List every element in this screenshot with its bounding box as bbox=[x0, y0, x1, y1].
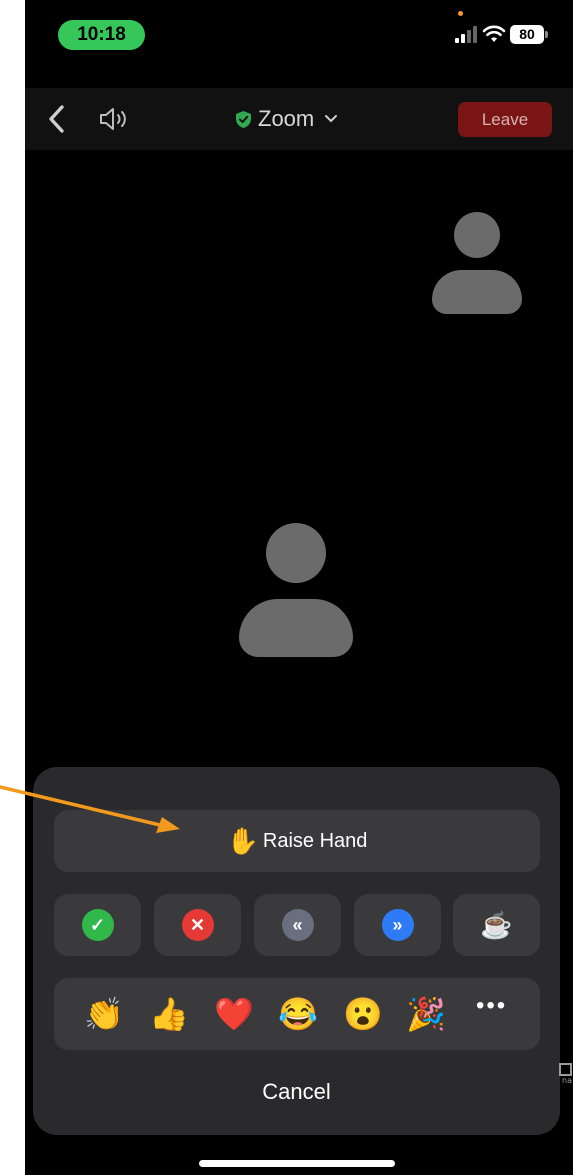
speed-up-button[interactable]: » bbox=[354, 894, 441, 956]
annotation-arrow bbox=[0, 785, 180, 833]
coffee-icon: ☕ bbox=[480, 909, 513, 940]
speaker-icon[interactable] bbox=[97, 105, 133, 133]
cancel-button[interactable]: Cancel bbox=[33, 1072, 560, 1112]
coffee-break-button[interactable]: ☕ bbox=[453, 894, 540, 956]
x-icon: ✕ bbox=[181, 909, 214, 941]
wifi-icon bbox=[482, 25, 506, 42]
participant-avatar-main bbox=[239, 523, 353, 657]
meeting-screen: 10:18 80 Zoom Leave ✋ Raise Hand ✓ ✕ « »… bbox=[25, 0, 573, 1175]
svg-text:na: na bbox=[562, 1076, 572, 1084]
raise-hand-label: Raise Hand bbox=[262, 829, 368, 852]
no-button[interactable]: ✕ bbox=[154, 894, 241, 956]
tears-of-joy-icon[interactable]: 😂 bbox=[278, 996, 318, 1032]
quick-actions-row: ✓ ✕ « » ☕ bbox=[54, 894, 540, 956]
meeting-title: Zoom bbox=[258, 106, 315, 131]
more-reactions-button[interactable]: ••• bbox=[476, 992, 507, 1020]
party-popper-icon[interactable]: 🎉 bbox=[406, 996, 446, 1032]
meeting-header: Zoom Leave bbox=[25, 88, 573, 150]
meeting-title-menu[interactable]: Zoom bbox=[235, 104, 338, 134]
status-time: 10:18 bbox=[58, 20, 145, 50]
avatar-head bbox=[266, 523, 326, 583]
chevron-down-icon bbox=[325, 115, 338, 123]
back-icon[interactable] bbox=[45, 104, 69, 134]
fast-forward-icon: » bbox=[381, 909, 414, 941]
open-mouth-icon[interactable]: 😮 bbox=[343, 996, 383, 1032]
reactions-row: 👏 👍 ❤️ 😂 😮 🎉 ••• bbox=[54, 978, 540, 1050]
slow-down-button[interactable]: « bbox=[254, 894, 341, 956]
avatar-body bbox=[432, 270, 522, 314]
cellular-signal-icon bbox=[455, 26, 477, 43]
shield-check-icon bbox=[236, 110, 251, 128]
thumbs-up-icon[interactable]: 👍 bbox=[149, 996, 189, 1032]
clap-icon[interactable]: 👏 bbox=[84, 996, 124, 1032]
avatar-head bbox=[454, 212, 500, 258]
participant-avatar-thumbnail bbox=[432, 212, 522, 314]
raised-hand-icon: ✋ bbox=[226, 825, 259, 856]
home-indicator bbox=[199, 1160, 395, 1167]
leave-button[interactable]: Leave bbox=[458, 102, 552, 137]
check-icon: ✓ bbox=[81, 909, 114, 941]
rewind-icon: « bbox=[281, 909, 314, 941]
partial-edge-icon: na bbox=[558, 1062, 573, 1085]
battery-icon: 80 bbox=[510, 25, 548, 44]
avatar-body bbox=[239, 599, 353, 657]
yes-button[interactable]: ✓ bbox=[54, 894, 141, 956]
mic-indicator-dot bbox=[458, 11, 463, 16]
heart-icon[interactable]: ❤️ bbox=[214, 996, 254, 1032]
